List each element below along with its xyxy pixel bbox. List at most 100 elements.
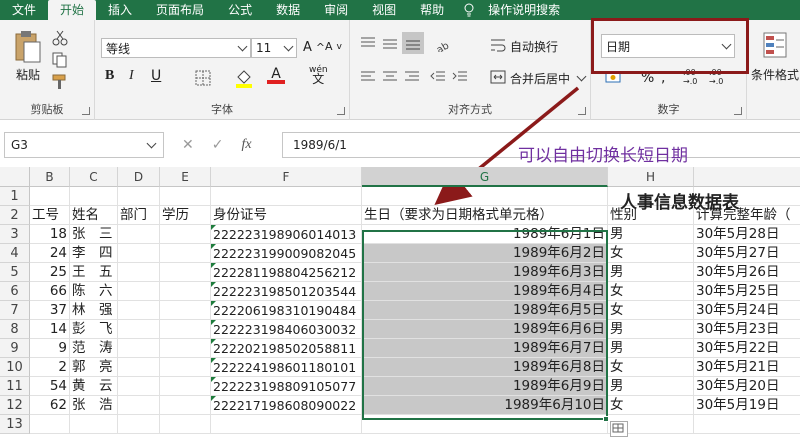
cell[interactable] <box>160 187 211 206</box>
quick-analysis-icon[interactable] <box>610 421 628 437</box>
font-size-combo[interactable]: 11 <box>251 38 297 58</box>
align-bottom-button[interactable] <box>402 32 424 54</box>
table-cell[interactable]: 女 <box>608 301 694 320</box>
table-cell[interactable] <box>118 377 160 396</box>
table-cell[interactable]: 女 <box>608 396 694 415</box>
column-label-cell[interactable]: 身份证号 <box>211 206 362 225</box>
table-cell[interactable] <box>118 396 160 415</box>
table-cell[interactable]: 范 涛 <box>70 339 118 358</box>
table-cell[interactable]: 222223198406030032 <box>211 320 362 339</box>
align-middle-icon[interactable] <box>382 36 398 52</box>
table-cell[interactable]: 30年5月21日 <box>694 358 800 377</box>
table-cell[interactable] <box>118 320 160 339</box>
cell[interactable] <box>30 187 70 206</box>
row-header[interactable]: 4 <box>0 244 30 263</box>
table-cell[interactable]: 24 <box>30 244 70 263</box>
error-indicator-icon[interactable] <box>211 377 216 382</box>
table-cell[interactable] <box>118 339 160 358</box>
error-indicator-icon[interactable] <box>211 244 216 249</box>
cell[interactable] <box>362 187 608 206</box>
table-cell[interactable] <box>160 282 211 301</box>
table-cell[interactable]: 18 <box>30 225 70 244</box>
fill-handle[interactable] <box>603 416 609 422</box>
table-cell[interactable]: 30年5月22日 <box>694 339 800 358</box>
row-header[interactable]: 6 <box>0 282 30 301</box>
table-cell[interactable]: 222223198906014013 <box>211 225 362 244</box>
align-left-icon[interactable] <box>360 70 376 84</box>
format-painter-icon[interactable] <box>52 74 68 90</box>
cell[interactable] <box>118 415 160 434</box>
cell[interactable] <box>160 415 211 434</box>
table-cell[interactable]: 黄 云 <box>70 377 118 396</box>
cell[interactable] <box>118 187 160 206</box>
menu-tab-4[interactable]: 公式 <box>216 0 264 20</box>
cell[interactable] <box>694 415 800 434</box>
number-launcher-icon[interactable] <box>734 107 742 115</box>
error-indicator-icon[interactable] <box>211 263 216 268</box>
error-indicator-icon[interactable] <box>211 282 216 287</box>
table-cell[interactable] <box>160 396 211 415</box>
birthday-cell[interactable]: 1989年6月6日 <box>362 320 608 339</box>
increase-font-icon[interactable]: A ^ <box>303 40 325 55</box>
table-cell[interactable]: 男 <box>608 377 694 396</box>
table-cell[interactable]: 54 <box>30 377 70 396</box>
font-name-combo[interactable]: 等线 <box>101 38 251 58</box>
borders-icon[interactable] <box>195 70 211 86</box>
column-header-H[interactable]: H <box>608 167 694 187</box>
bold-button[interactable]: B <box>105 68 114 84</box>
column-header-overflow[interactable] <box>694 167 800 187</box>
cell[interactable] <box>211 415 362 434</box>
menu-tab-8[interactable]: 帮助 <box>408 0 456 20</box>
font-launcher-icon[interactable] <box>337 107 345 115</box>
table-cell[interactable]: 男 <box>608 263 694 282</box>
birthday-cell[interactable]: 1989年6月9日 <box>362 377 608 396</box>
error-indicator-icon[interactable] <box>211 396 216 401</box>
menu-tab-2[interactable]: 插入 <box>96 0 144 20</box>
column-label-cell[interactable]: 计算完整年龄（ <box>694 206 800 225</box>
birthday-cell[interactable]: 1989年6月3日 <box>362 263 608 282</box>
table-cell[interactable]: 林 强 <box>70 301 118 320</box>
row-header[interactable]: 11 <box>0 377 30 396</box>
table-cell[interactable]: 李 四 <box>70 244 118 263</box>
table-cell[interactable]: 30年5月20日 <box>694 377 800 396</box>
paste-button[interactable]: 粘贴 <box>14 30 42 83</box>
cut-icon[interactable] <box>52 30 68 46</box>
table-cell[interactable]: 25 <box>30 263 70 282</box>
table-cell[interactable] <box>118 358 160 377</box>
birthday-cell[interactable]: 1989年6月10日 <box>362 396 608 415</box>
error-indicator-icon[interactable] <box>211 339 216 344</box>
table-cell[interactable]: 30年5月23日 <box>694 320 800 339</box>
table-cell[interactable]: 222223199009082045 <box>211 244 362 263</box>
table-cell[interactable]: 男 <box>608 225 694 244</box>
table-cell[interactable]: 62 <box>30 396 70 415</box>
decrease-font-icon[interactable]: Av <box>325 40 342 53</box>
table-cell[interactable] <box>118 282 160 301</box>
column-label-cell[interactable]: 性别 <box>608 206 694 225</box>
birthday-cell[interactable]: 1989年6月4日 <box>362 282 608 301</box>
column-header-E[interactable]: E <box>160 167 211 187</box>
row-header[interactable]: 13 <box>0 415 30 434</box>
menu-tab-1[interactable]: 开始 <box>48 0 97 20</box>
table-cell[interactable]: 郭 亮 <box>70 358 118 377</box>
copy-icon[interactable] <box>52 52 68 68</box>
table-cell[interactable] <box>160 263 211 282</box>
table-cell[interactable]: 男 <box>608 339 694 358</box>
italic-button[interactable]: I <box>129 68 134 84</box>
error-indicator-icon[interactable] <box>211 225 216 230</box>
table-cell[interactable]: 30年5月25日 <box>694 282 800 301</box>
phonetic-icon[interactable]: wén 文 <box>309 66 328 86</box>
menu-tab-5[interactable]: 数据 <box>264 0 312 20</box>
font-color-icon[interactable]: A <box>267 66 285 84</box>
table-cell[interactable] <box>160 377 211 396</box>
row-header[interactable]: 5 <box>0 263 30 282</box>
table-cell[interactable]: 王 五 <box>70 263 118 282</box>
name-box[interactable]: G3 <box>4 132 164 158</box>
column-header-C[interactable]: C <box>70 167 118 187</box>
table-cell[interactable]: 2 <box>30 358 70 377</box>
table-cell[interactable]: 彭 飞 <box>70 320 118 339</box>
cell[interactable] <box>70 187 118 206</box>
birthday-cell[interactable]: 1989年6月1日 <box>362 225 608 244</box>
cell[interactable] <box>362 415 608 434</box>
birthday-cell[interactable]: 1989年6月8日 <box>362 358 608 377</box>
table-cell[interactable]: 30年5月26日 <box>694 263 800 282</box>
